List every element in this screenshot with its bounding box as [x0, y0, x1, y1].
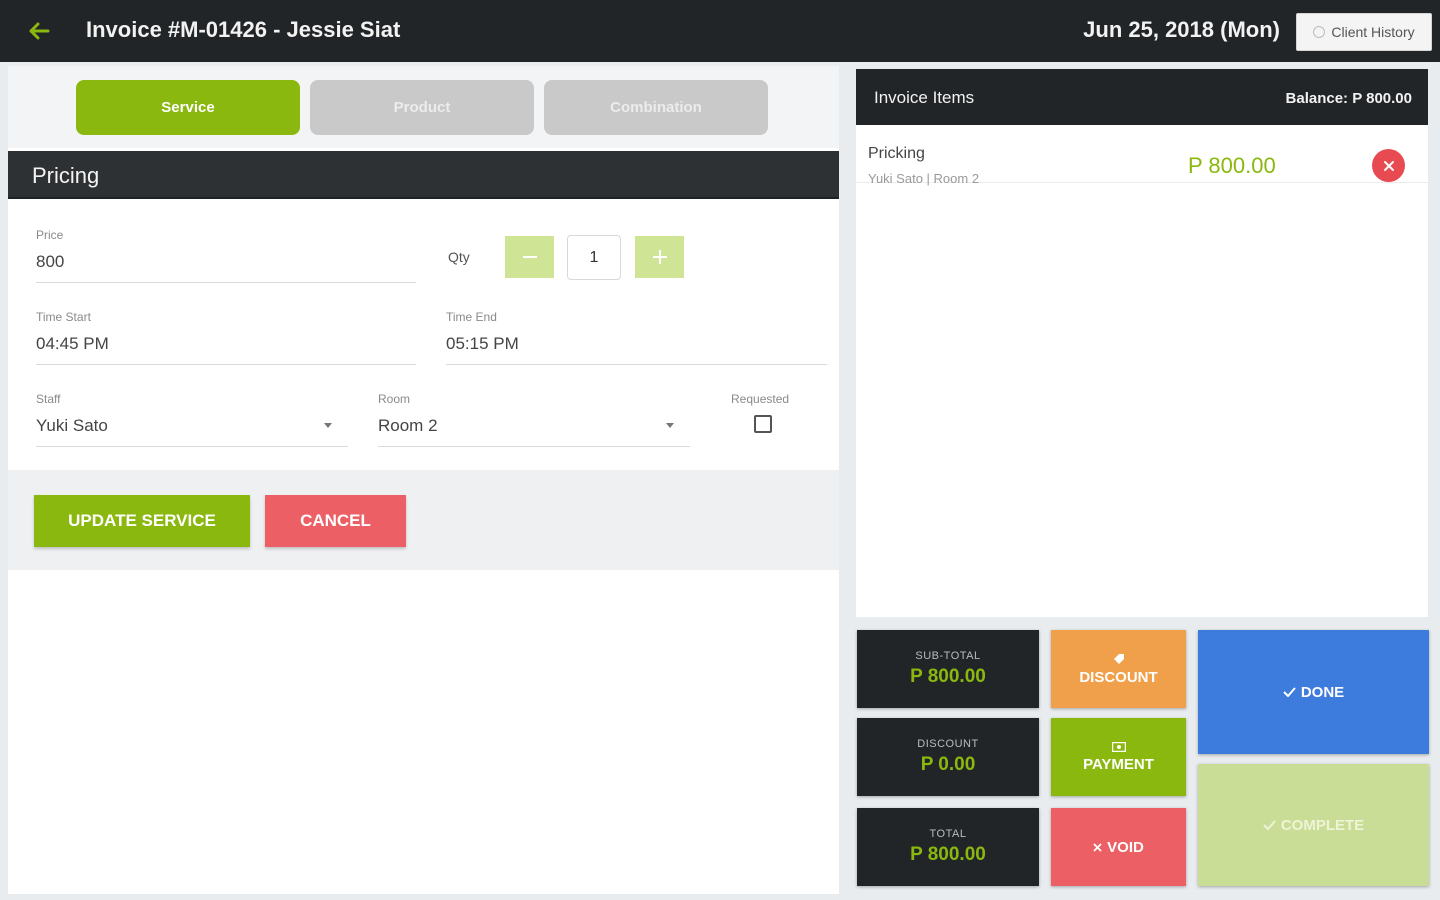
- qty-decrement-button[interactable]: [505, 236, 554, 278]
- room-select[interactable]: Room Room 2: [378, 392, 438, 436]
- service-form-panel: Service Product Combination Pricing Pric…: [8, 66, 839, 894]
- time-start-field[interactable]: Time Start 04:45 PM: [36, 310, 109, 354]
- tab-service[interactable]: Service: [76, 80, 300, 135]
- staff-value: Yuki Sato: [36, 416, 108, 435]
- invoice-balance: Balance: P 800.00: [1285, 90, 1412, 107]
- back-arrow-icon[interactable]: [26, 18, 52, 44]
- done-button-label: DONE: [1300, 683, 1345, 701]
- subtotal-tile: SUB-TOTAL P 800.00: [857, 630, 1039, 708]
- chevron-down-icon: [666, 423, 674, 428]
- time-start-label: Time Start: [36, 310, 91, 324]
- invoice-date: Jun 25, 2018 (Mon): [1083, 17, 1280, 42]
- invoice-title: Invoice Items: [874, 88, 975, 107]
- void-button[interactable]: VOID: [1051, 808, 1186, 886]
- requested-checkbox[interactable]: [754, 415, 772, 433]
- item-name: Pricking: [868, 145, 925, 162]
- tab-bar: Service Product Combination: [8, 66, 839, 148]
- list-item[interactable]: Pricking Yuki Sato | Room 2 P 800.00: [856, 125, 1428, 186]
- plus-icon: [652, 250, 667, 264]
- invoice-header: Invoice Items Balance: P 800.00: [856, 69, 1428, 125]
- clock-icon: [1313, 26, 1326, 38]
- discount-button[interactable]: DISCOUNT: [1051, 630, 1186, 708]
- payment-button-label: PAYMENT: [1083, 755, 1154, 773]
- staff-select[interactable]: Staff Yuki Sato: [36, 392, 108, 436]
- qty-label: Qty: [448, 249, 470, 265]
- discount-button-label: DISCOUNT: [1079, 668, 1158, 686]
- tab-combination[interactable]: Combination: [544, 80, 768, 135]
- check-icon: [1263, 820, 1276, 830]
- client-history-button[interactable]: Client History: [1296, 13, 1432, 51]
- time-end-label: Time End: [446, 310, 497, 324]
- discount-total-label: DISCOUNT: [917, 738, 979, 750]
- time-end-underline: [446, 364, 827, 365]
- form-actions: UPDATE SERVICE CANCEL: [8, 470, 839, 570]
- update-service-button[interactable]: UPDATE SERVICE: [34, 495, 250, 547]
- price-underline: [36, 282, 416, 283]
- price-label: Price: [36, 228, 64, 242]
- price-field[interactable]: Price 800: [36, 228, 64, 272]
- total-tile: TOTAL P 800.00: [857, 808, 1039, 886]
- total-value: P 800.00: [910, 844, 986, 865]
- time-end-value: 05:15 PM: [446, 334, 519, 353]
- price-value: 800: [36, 252, 65, 271]
- cash-icon: [1111, 741, 1126, 752]
- staff-underline: [36, 446, 348, 447]
- top-bar: Invoice #M-01426 - Jessie Siat Jun 25, 2…: [0, 0, 1440, 62]
- tag-icon: [1113, 653, 1124, 664]
- requested-label: Requested: [731, 392, 790, 406]
- item-subtitle: Yuki Sato | Room 2: [868, 171, 980, 186]
- qty-input[interactable]: 1: [567, 235, 621, 280]
- cancel-button[interactable]: CANCEL: [265, 495, 406, 547]
- done-button[interactable]: DONE: [1198, 630, 1429, 754]
- room-underline: [378, 446, 690, 447]
- room-label: Room: [378, 392, 411, 406]
- room-value: Room 2: [378, 416, 438, 435]
- staff-label: Staff: [36, 392, 61, 406]
- complete-button[interactable]: COMPLETE: [1198, 764, 1429, 886]
- time-start-underline: [36, 364, 416, 365]
- complete-button-label: COMPLETE: [1280, 816, 1365, 834]
- qty-increment-button[interactable]: [635, 236, 684, 278]
- void-button-label: VOID: [1107, 838, 1144, 856]
- total-label: TOTAL: [929, 828, 967, 840]
- tab-product[interactable]: Product: [310, 80, 534, 135]
- client-history-label: Client History: [1331, 24, 1415, 40]
- time-start-value: 04:45 PM: [36, 334, 109, 353]
- discount-total-value: P 0.00: [920, 754, 976, 775]
- minus-icon: [522, 256, 537, 258]
- subtotal-label: SUB-TOTAL: [915, 650, 981, 662]
- time-end-field[interactable]: Time End 05:15 PM: [446, 310, 519, 354]
- close-icon: [1383, 160, 1394, 171]
- item-price: P 800.00: [1188, 153, 1276, 178]
- payment-button[interactable]: PAYMENT: [1051, 718, 1186, 796]
- check-icon: [1283, 687, 1296, 697]
- remove-item-button[interactable]: [1372, 149, 1405, 182]
- chevron-down-icon: [324, 423, 332, 428]
- discount-total-tile: DISCOUNT P 0.00: [857, 718, 1039, 796]
- page-title: Invoice #M-01426 - Jessie Siat: [86, 17, 401, 42]
- close-icon: [1093, 842, 1102, 852]
- invoice-items-panel: Invoice Items Balance: P 800.00 Pricking…: [856, 69, 1428, 617]
- section-title: Pricing: [8, 151, 839, 199]
- subtotal-value: P 800.00: [910, 666, 986, 687]
